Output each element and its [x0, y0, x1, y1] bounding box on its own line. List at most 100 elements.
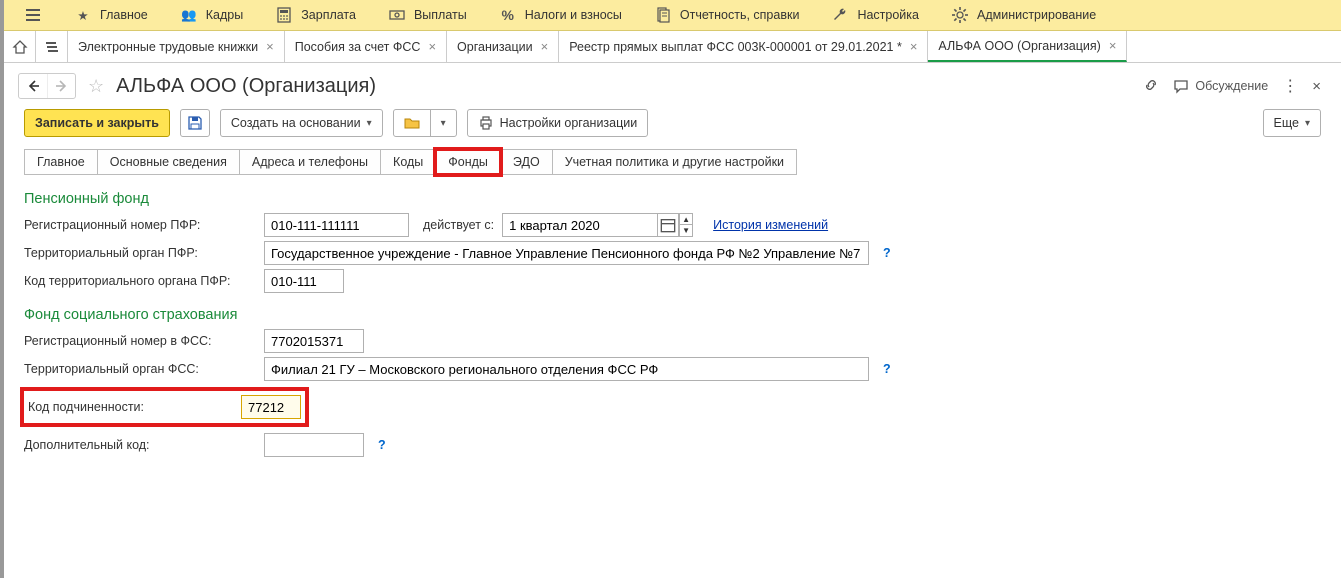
window-close-icon[interactable]: × — [1312, 78, 1321, 95]
tab-ebooks[interactable]: Электронные трудовые книжки × — [68, 31, 285, 62]
favorite-star[interactable]: ☆ — [88, 76, 104, 97]
fss-section-title: Фонд социального страхования — [24, 307, 1321, 323]
org-settings-button[interactable]: Настройки организации — [467, 109, 649, 137]
fss-body-label: Территориальный орган ФСС: — [24, 362, 256, 376]
calendar-button[interactable] — [657, 213, 679, 237]
subtab-edo[interactable]: ЭДО — [500, 149, 553, 175]
valid-from-combo: ▲ ▼ — [502, 213, 693, 237]
save-button[interactable] — [180, 109, 210, 137]
close-icon[interactable]: × — [541, 39, 549, 54]
help-icon[interactable]: ? — [378, 438, 386, 452]
pfr-code-input[interactable] — [264, 269, 344, 293]
valid-from-input[interactable] — [502, 213, 657, 237]
tab-orgs[interactable]: Организации × — [447, 31, 559, 62]
spin-down[interactable]: ▼ — [679, 225, 693, 237]
close-icon[interactable]: × — [428, 39, 436, 54]
menu-main[interactable]: ★ Главное — [58, 0, 164, 30]
menu-settings[interactable]: Настройка — [815, 0, 935, 30]
floppy-icon — [187, 115, 203, 131]
calendar-icon — [660, 217, 676, 233]
menu-label: Налоги и взносы — [525, 8, 622, 22]
link-icon[interactable] — [1143, 77, 1159, 96]
title-actions: Обсуждение ⋮ × — [1143, 76, 1321, 96]
menu-payments[interactable]: Выплаты — [372, 0, 483, 30]
menu-label: Зарплата — [301, 8, 356, 22]
chat-icon — [1173, 78, 1189, 94]
close-icon[interactable]: × — [910, 39, 918, 54]
subtab-codes[interactable]: Коды — [380, 149, 436, 175]
pfr-body-input[interactable] — [264, 241, 869, 265]
spinner: ▲ ▼ — [679, 213, 693, 237]
printer-icon — [478, 115, 494, 131]
save-close-button[interactable]: Записать и закрыть — [24, 109, 170, 137]
chevron-down-icon: ▾ — [1305, 118, 1310, 129]
subtab-label: Адреса и телефоны — [252, 155, 368, 169]
tab-fss-registry[interactable]: Реестр прямых выплат ФСС 003К-000001 от … — [559, 31, 928, 62]
tab-fss-benefits[interactable]: Пособия за счет ФСС × — [285, 31, 447, 62]
history-link[interactable]: История изменений — [713, 218, 828, 232]
fss-reg-label: Регистрационный номер в ФСС: — [24, 334, 256, 348]
create-based-on-button[interactable]: Создать на основании ▾ — [220, 109, 383, 137]
subtab-label: Главное — [37, 155, 85, 169]
more-button[interactable]: Еще ▾ — [1263, 109, 1321, 137]
kebab-icon[interactable]: ⋮ — [1282, 76, 1298, 96]
tab-home[interactable] — [4, 31, 36, 62]
menu-salary[interactable]: Зарплата — [259, 0, 372, 30]
highlight-sub-code: Код подчиненности: — [20, 387, 309, 427]
attach-split-button[interactable]: ▾ — [393, 109, 457, 137]
pfr-section-title: Пенсионный фонд — [24, 191, 1321, 207]
pfr-reg-input[interactable] — [264, 213, 409, 237]
cash-icon — [388, 6, 406, 24]
spin-up[interactable]: ▲ — [679, 213, 693, 225]
menu-burger[interactable] — [8, 0, 58, 30]
star-icon: ★ — [74, 6, 92, 24]
fss-reg-input[interactable] — [264, 329, 364, 353]
hamburger-icon — [24, 6, 42, 24]
subtab-policy[interactable]: Учетная политика и другие настройки — [552, 149, 797, 175]
tab-stack[interactable] — [36, 31, 68, 62]
pfr-body-label: Территориальный орган ПФР: — [24, 246, 256, 260]
title-row: ☆ АЛЬФА ООО (Организация) Обсуждение ⋮ × — [4, 63, 1341, 105]
pfr-reg-label: Регистрационный номер ПФР: — [24, 218, 256, 232]
menu-label: Отчетность, справки — [680, 8, 800, 22]
pfr-body-row: Территориальный орган ПФР: ? — [24, 241, 1321, 265]
document-tabbar: Электронные трудовые книжки × Пособия за… — [4, 31, 1341, 63]
menu-label: Выплаты — [414, 8, 467, 22]
subtab-addresses[interactable]: Адреса и телефоны — [239, 149, 381, 175]
stack-icon — [44, 39, 60, 55]
subtab-label: ЭДО — [513, 155, 540, 169]
fss-sub-row: Код подчиненности: — [24, 387, 1321, 427]
folder-icon — [404, 115, 420, 131]
subtab-funds[interactable]: Фонды — [435, 149, 501, 175]
tab-alpha-org[interactable]: АЛЬФА ООО (Организация) × — [928, 31, 1127, 62]
tab-label: Пособия за счет ФСС — [295, 40, 421, 54]
subtab-main[interactable]: Главное — [24, 149, 98, 175]
nav-box — [18, 73, 76, 99]
action-toolbar: Записать и закрыть Создать на основании … — [4, 105, 1341, 149]
fss-sub-input[interactable] — [241, 395, 301, 419]
arrow-left-icon — [25, 78, 41, 94]
help-icon[interactable]: ? — [883, 246, 891, 260]
form-area: Пенсионный фонд Регистрационный номер ПФ… — [4, 175, 1341, 471]
percent-icon: % — [499, 6, 517, 24]
form-subtabs: Главное Основные сведения Адреса и телеф… — [4, 149, 1341, 175]
menu-reports[interactable]: Отчетность, справки — [638, 0, 816, 30]
menu-taxes[interactable]: % Налоги и взносы — [483, 0, 638, 30]
nav-forward-button[interactable] — [47, 74, 75, 98]
button-label: Еще — [1274, 116, 1299, 130]
close-icon[interactable]: × — [266, 39, 274, 54]
tab-label: Организации — [457, 40, 533, 54]
fss-body-input[interactable] — [264, 357, 869, 381]
subtab-basic[interactable]: Основные сведения — [97, 149, 240, 175]
discuss-button[interactable]: Обсуждение — [1173, 78, 1268, 94]
menu-admin[interactable]: Администрирование — [935, 0, 1112, 30]
subtab-label: Учетная политика и другие настройки — [565, 155, 784, 169]
help-icon[interactable]: ? — [883, 362, 891, 376]
tab-label: АЛЬФА ООО (Организация) — [938, 39, 1100, 53]
fss-extra-input[interactable] — [264, 433, 364, 457]
nav-back-button[interactable] — [19, 74, 47, 98]
pfr-code-row: Код территориального органа ПФР: — [24, 269, 1321, 293]
menu-hr[interactable]: 👥 Кадры — [164, 0, 259, 30]
close-icon[interactable]: × — [1109, 38, 1117, 53]
chevron-down-icon: ▾ — [441, 118, 446, 129]
